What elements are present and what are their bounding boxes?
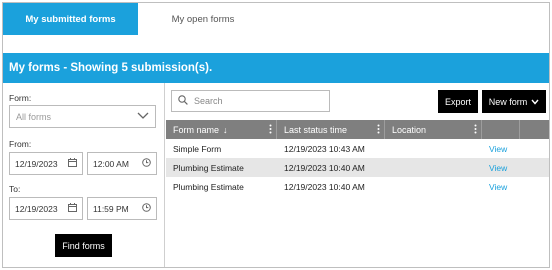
column-header-actions — [482, 120, 520, 139]
form-select-value: All forms — [16, 111, 52, 122]
cell-form-name: Plumbing Estimate — [173, 162, 244, 173]
cell-last-status-time: 12/19/2023 10:43 AM — [284, 143, 365, 154]
view-link[interactable]: View — [482, 177, 520, 196]
to-time-field[interactable]: 11:59 PM — [87, 197, 157, 220]
column-label: Location — [392, 124, 427, 135]
column-menu-icon[interactable] — [377, 124, 380, 136]
table-row: Simple Form 12/19/2023 10:43 AM View — [166, 139, 549, 158]
to-date-value: 12/19/2023 — [15, 203, 58, 214]
search-box[interactable] — [171, 90, 330, 112]
cell-location — [385, 139, 482, 158]
column-menu-icon[interactable] — [474, 124, 477, 136]
clock-icon[interactable] — [142, 203, 151, 214]
calendar-icon[interactable] — [68, 203, 77, 214]
search-icon — [178, 95, 188, 107]
column-label: Form name — [173, 124, 220, 135]
table-header: Form name ↓ Last status time Location — [166, 120, 549, 139]
cell-last-status-time: 12/19/2023 10:40 AM — [284, 181, 365, 192]
tab-my-submitted-forms[interactable]: My submitted forms — [3, 3, 138, 35]
from-time-value: 12:00 AM — [93, 158, 129, 169]
forms-panel: My submitted forms My open forms My form… — [2, 2, 550, 268]
column-header-form-name[interactable]: Form name ↓ — [166, 120, 277, 139]
from-date-field[interactable]: 12/19/2023 — [9, 152, 83, 175]
from-date-value: 12/19/2023 — [15, 158, 58, 169]
results-header: My forms - Showing 5 submission(s). — [3, 53, 549, 83]
submissions-table: Form name ↓ Last status time Location Si… — [166, 120, 549, 196]
column-header-location[interactable]: Location — [385, 120, 482, 139]
from-label: From: — [9, 139, 32, 149]
calendar-icon[interactable] — [68, 158, 77, 169]
cell-location — [385, 177, 482, 196]
page-title: My forms - Showing 5 submission(s). — [9, 62, 213, 74]
export-button[interactable]: Export — [438, 90, 478, 113]
from-time-field[interactable]: 12:00 AM — [87, 152, 157, 175]
clock-icon[interactable] — [142, 158, 151, 169]
sort-arrow-icon: ↓ — [223, 124, 228, 135]
to-date-field[interactable]: 12/19/2023 — [9, 197, 83, 220]
view-link[interactable]: View — [482, 139, 520, 158]
form-filter-label: Form: — [9, 93, 32, 103]
to-time-value: 11:59 PM — [93, 203, 129, 214]
chevron-down-icon — [137, 112, 149, 122]
column-header-last-status-time[interactable]: Last status time — [277, 120, 385, 139]
form-select[interactable]: All forms — [9, 105, 156, 128]
column-menu-icon[interactable] — [269, 124, 272, 136]
new-form-label: New form — [488, 96, 528, 107]
tab-my-open-forms[interactable]: My open forms — [138, 3, 268, 35]
cell-location — [385, 158, 482, 177]
column-header-spacer — [520, 120, 549, 139]
cell-form-name: Simple Form — [173, 143, 222, 154]
to-label: To: — [9, 184, 21, 194]
tab-bar: My submitted forms My open forms — [3, 3, 549, 35]
filter-sidebar: Form: All forms From: 12/19/2023 12:00 A… — [3, 83, 165, 267]
view-link[interactable]: View — [482, 158, 520, 177]
cell-last-status-time: 12/19/2023 10:40 AM — [284, 162, 365, 173]
new-form-button[interactable]: New form — [482, 90, 546, 113]
chevron-down-icon — [531, 97, 539, 107]
search-input[interactable] — [194, 96, 314, 106]
column-label: Last status time — [284, 124, 348, 135]
table-row: Plumbing Estimate 12/19/2023 10:40 AM Vi… — [166, 177, 549, 196]
find-forms-button[interactable]: Find forms — [55, 234, 112, 257]
cell-form-name: Plumbing Estimate — [173, 181, 244, 192]
table-row: Plumbing Estimate 12/19/2023 10:40 AM Vi… — [166, 158, 549, 177]
